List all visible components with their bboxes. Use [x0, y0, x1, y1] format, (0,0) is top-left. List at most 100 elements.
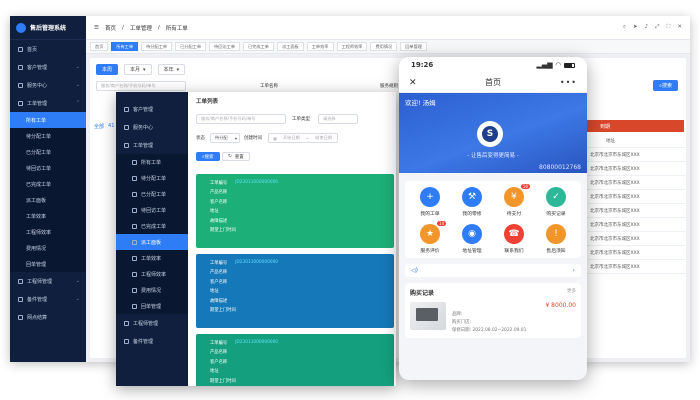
- clock: 19:26: [411, 61, 434, 69]
- tab[interactable]: 工单效率: [306, 42, 334, 51]
- order-list-main: 工单列表 服务/商户名称/手机号码/单号 工单类型 请选择 状态 待分配 ▾ 创建…: [188, 92, 396, 386]
- order-card[interactable]: 工单编号 JD23011000000000 产品名称 客户名称 地址 故障描述 期…: [196, 174, 394, 248]
- sidebar-sub-item[interactable]: 待分配工单: [10, 128, 86, 144]
- grid-item-pending-payment[interactable]: ¥56 待支付: [493, 184, 535, 217]
- send-icon[interactable]: ➤: [633, 24, 638, 31]
- sidebar-sub-item[interactable]: 工单效率: [10, 208, 86, 224]
- order-icon: [124, 142, 129, 148]
- sidebar-item-service[interactable]: 服务中心 ⌄: [10, 76, 86, 94]
- desktop-search-button[interactable]: ⌕ 搜索: [653, 80, 678, 91]
- sidebar-item-settlement[interactable]: 网点结算: [10, 308, 86, 326]
- sidebar-sub-item[interactable]: 工单效率: [116, 250, 188, 266]
- sidebar-sub-item[interactable]: 费用情况: [116, 282, 188, 298]
- close-icon[interactable]: ✕: [677, 24, 682, 31]
- grid-item-notice[interactable]: ! 售后须知: [535, 224, 577, 254]
- sidebar-item-parts[interactable]: 备件管理 ⌄: [10, 290, 86, 308]
- grid-item-address[interactable]: ◉ 地址管理: [451, 224, 493, 254]
- hotline-number: 80800012768: [539, 164, 581, 171]
- record-title: 购买记录: [410, 290, 435, 297]
- reset-button[interactable]: ↻ 重置: [222, 152, 250, 161]
- sidebar-item-engineers[interactable]: 工程师管理 ⌄: [10, 272, 86, 290]
- record-more-link[interactable]: 更多: [567, 288, 576, 297]
- sidebar-sub-item[interactable]: 所有工单: [116, 154, 188, 170]
- announcement-bar[interactable]: ◁) ›: [405, 264, 581, 277]
- month-button[interactable]: 本月 ▾: [124, 64, 152, 75]
- middle-sidebar: 客户管理 服务中心 工单管理 所有工单 待分配工单 已分配工单 待回访工单 已完…: [116, 92, 188, 386]
- more-icon[interactable]: •••: [560, 78, 577, 87]
- sidebar-sub-item[interactable]: 已分配工单: [116, 186, 188, 202]
- grid-item-my-orders[interactable]: + 我的工单: [409, 187, 451, 217]
- search-icon[interactable]: ⌕: [623, 24, 626, 31]
- sidebar-sub-item[interactable]: 回单管理: [10, 256, 86, 272]
- grid-item-my-repairs[interactable]: ⚒ 我的零修: [451, 187, 493, 217]
- sidebar-item-orders[interactable]: 工单管理: [116, 136, 188, 154]
- tab-home[interactable]: 首页: [90, 42, 109, 51]
- menu-toggle-icon[interactable]: ☰: [94, 25, 99, 31]
- year-button[interactable]: 本年 ▾: [157, 64, 186, 75]
- breadcrumb-home[interactable]: 首页: [105, 24, 116, 32]
- app-logo: 售后管理系统: [10, 16, 86, 40]
- bell-icon[interactable]: ♪: [645, 24, 649, 31]
- all-tab[interactable]: 全部: [94, 123, 104, 130]
- desktop-search-input[interactable]: 服务/商户名称/手机号码/单号: [96, 81, 186, 91]
- engineer-icon: [124, 320, 129, 326]
- sidebar-item-home[interactable]: 首页: [10, 40, 86, 58]
- sidebar-sub-item[interactable]: 已分配工单: [10, 144, 86, 160]
- status-select[interactable]: 待分配 ▾: [210, 133, 240, 143]
- calendar-icon: ▦: [273, 135, 277, 141]
- tab[interactable]: 派工面板: [276, 42, 304, 51]
- sidebar-item-orders[interactable]: 工单管理 ⌃: [10, 94, 86, 112]
- breadcrumb-orders[interactable]: 工单管理: [130, 24, 152, 32]
- sidebar-sub-item[interactable]: 已完成工单: [116, 218, 188, 234]
- sidebar-sub-item[interactable]: 回单管理: [116, 298, 188, 314]
- expand-icon[interactable]: ⤢: [655, 24, 659, 31]
- sidebar-sub-item[interactable]: 待分配工单: [116, 170, 188, 186]
- engineer-icon: [18, 278, 23, 284]
- sidebar-item-customers[interactable]: 客户管理: [116, 100, 188, 118]
- star-icon: ★: [420, 224, 440, 244]
- order-name-label: 工单名称: [260, 84, 278, 89]
- order-type-select[interactable]: 请选择: [318, 114, 358, 124]
- grid-item-purchase-records[interactable]: ✓ 购买记录: [535, 187, 577, 217]
- purchase-record-card[interactable]: 购买记录 更多 ¥ 8000.00 品牌: 购买门店: 保修日期: 2022.0…: [405, 283, 581, 338]
- tab[interactable]: 回单管理: [400, 42, 427, 51]
- sidebar-item-parts[interactable]: 备件管理: [116, 332, 188, 350]
- tab[interactable]: 工程师效率: [336, 42, 368, 51]
- tab[interactable]: 费用情况: [370, 42, 398, 51]
- grid-item-service-review[interactable]: ★ 14 服务评价: [409, 221, 451, 254]
- home-icon: [18, 46, 23, 52]
- order-search-button[interactable]: ⌕ 搜索: [196, 152, 220, 161]
- tab[interactable]: 已完成工单: [243, 42, 274, 51]
- sidebar-sub-dispatch-panel[interactable]: 派工面板: [116, 234, 188, 250]
- tab[interactable]: 待分配工单: [141, 42, 173, 51]
- sidebar-sub-item[interactable]: 已完成工单: [10, 176, 86, 192]
- sidebar-item-engineers[interactable]: 工程师管理: [116, 314, 188, 332]
- sidebar-item-service[interactable]: 服务中心: [116, 118, 188, 136]
- tab[interactable]: 待回访工单: [209, 42, 241, 51]
- order-card[interactable]: 工单编号 JD23011000000000 产品名称 客户名称 地址 故障描述 期…: [196, 254, 394, 328]
- sidebar-sub-item[interactable]: 待回访工单: [10, 160, 86, 176]
- sidebar-sub-item[interactable]: 工程师效率: [10, 224, 86, 240]
- user-icon: [124, 106, 129, 112]
- sidebar-sub-item[interactable]: 待回访工单: [116, 202, 188, 218]
- order-search-input[interactable]: 服务/商户名称/手机号码/单号: [196, 114, 286, 124]
- fullscreen-icon[interactable]: ⛶: [667, 24, 671, 31]
- table-row: 北京市北京市东城区XXX: [586, 162, 686, 176]
- table-row: 北京市北京市东城区XXX: [586, 176, 686, 190]
- sidebar-sub-item[interactable]: 工程师效率: [116, 266, 188, 282]
- tab-all-orders[interactable]: 所有工单: [111, 42, 139, 51]
- grid-item-contact[interactable]: ☎ 联系我们: [493, 224, 535, 254]
- sidebar-sub-item[interactable]: 派工面板: [10, 192, 86, 208]
- order-card[interactable]: 工单编号 JD23011000000000 产品名称 客户名称 地址 期望上门时间: [196, 334, 394, 386]
- sidebar-item-customers[interactable]: 客户管理 ⌄: [10, 58, 86, 76]
- sidebar-sub-item[interactable]: 费用情况: [10, 240, 86, 256]
- close-icon[interactable]: ✕: [409, 78, 417, 88]
- date-range-picker[interactable]: ▦ 开始日期 ~ 结束日期: [268, 133, 338, 143]
- chevron-down-icon: ▾: [143, 66, 146, 73]
- address-header: 地址: [586, 134, 686, 148]
- tab[interactable]: 已分配工单: [175, 42, 207, 51]
- sidebar-sub-all-orders[interactable]: 所有工单: [10, 112, 86, 128]
- week-button[interactable]: 本周: [96, 64, 119, 75]
- chevron-down-icon: ⌄: [75, 64, 80, 70]
- location-icon: ◉: [462, 224, 482, 244]
